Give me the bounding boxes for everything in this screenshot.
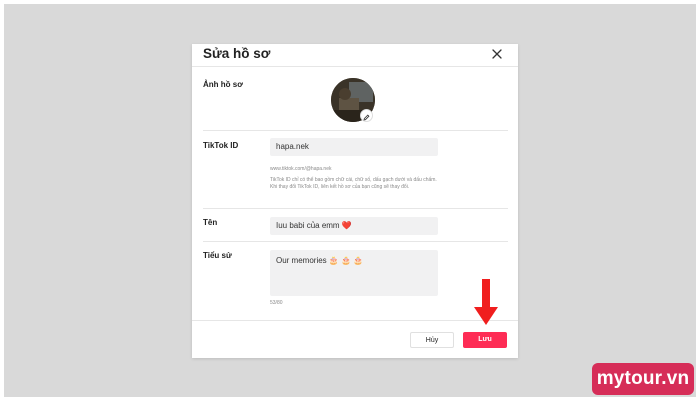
close-button[interactable]: [490, 47, 504, 61]
tiktok-id-help: TikTok ID chỉ có thể bao gồm chữ cái, ch…: [270, 177, 437, 190]
down-arrow-icon: [474, 279, 498, 327]
tiktok-url-hint: www.tiktok.com/@hapa.nek: [270, 166, 332, 172]
header-divider: [192, 66, 518, 67]
brand-watermark: mytour.vn: [592, 363, 694, 395]
pencil-icon: [363, 114, 370, 121]
tiktok-id-input[interactable]: hapa.nek: [270, 138, 438, 156]
edit-photo-button[interactable]: [360, 109, 373, 122]
profile-photo-label: Ảnh hồ sơ: [203, 80, 243, 89]
bio-label: Tiểu sử: [203, 251, 232, 260]
modal-title: Sửa hồ sơ: [203, 46, 271, 61]
footer-divider: [192, 320, 518, 321]
name-label: Tên: [203, 218, 218, 227]
divider: [203, 208, 508, 209]
divider: [203, 241, 508, 242]
divider: [203, 130, 508, 131]
name-input[interactable]: Iuu babi của emm ❤️: [270, 217, 438, 235]
bio-textarea[interactable]: Our memories 🎂 🎂 🎂: [270, 250, 438, 296]
bio-char-counter: 53/80: [270, 300, 283, 306]
edit-profile-modal: Sửa hồ sơ Ảnh hồ sơ TikTok ID hapa.nek w…: [192, 44, 518, 358]
cancel-button[interactable]: Hủy: [410, 332, 454, 348]
tiktok-id-label: TikTok ID: [203, 141, 239, 150]
save-button[interactable]: Lưu: [463, 332, 507, 348]
close-icon: [492, 49, 502, 59]
